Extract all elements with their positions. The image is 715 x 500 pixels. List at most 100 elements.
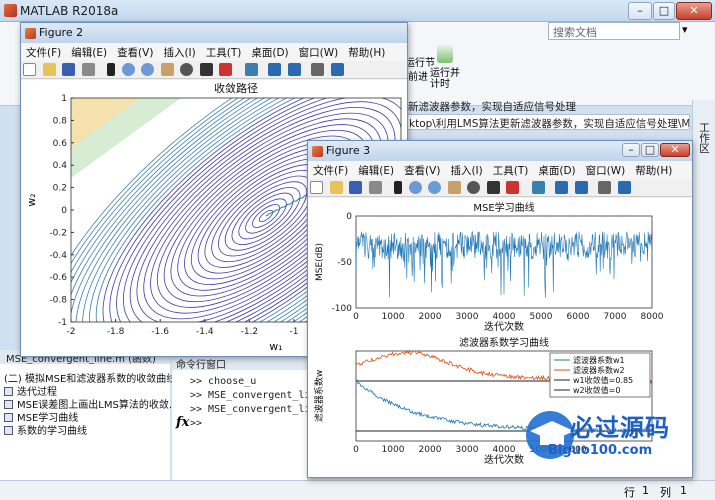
- menu-tools[interactable]: 工具(T): [488, 161, 534, 178]
- save-icon[interactable]: [349, 181, 362, 194]
- minimize-button[interactable]: –: [622, 143, 640, 157]
- link-icon[interactable]: [244, 63, 258, 76]
- new-figure-icon[interactable]: [310, 181, 323, 194]
- col-label: 列: [660, 486, 671, 499]
- zoom-out-icon[interactable]: [428, 181, 441, 194]
- list-item[interactable]: MSE误差图上画出LMS算法的收敛...: [4, 396, 178, 411]
- watermark-text: 必过源码: [570, 414, 670, 442]
- figure-2-title-bar: Figure 2: [21, 23, 407, 43]
- section-list: (二) 模拟MSE和滤波器系数的收敛曲线 迭代过程 MSE误差图上画出LMS算法…: [4, 370, 178, 437]
- mse-y-tick-label: -50: [337, 258, 352, 268]
- menu-edit[interactable]: 编辑(E): [353, 161, 399, 178]
- x-axis-label: w₁: [269, 340, 282, 353]
- mse-x-tick-label: 1000: [382, 312, 405, 322]
- menu-file[interactable]: 文件(F): [308, 161, 353, 178]
- run-section-label[interactable]: 运行节: [405, 54, 435, 69]
- print-icon[interactable]: [81, 63, 95, 76]
- menu-insert[interactable]: 插入(I): [445, 161, 487, 178]
- filter-icon[interactable]: ▾: [682, 23, 696, 39]
- x-tick-label: -1.4: [196, 327, 214, 337]
- legend-icon[interactable]: [287, 63, 301, 76]
- show-tools-icon[interactable]: [617, 181, 631, 194]
- list-item[interactable]: (二) 模拟MSE和滤波器系数的收敛曲线: [4, 370, 176, 385]
- hide-tools-icon[interactable]: [598, 181, 611, 194]
- workspace-tab[interactable]: 工作区: [694, 122, 712, 154]
- pan-icon[interactable]: [447, 181, 461, 194]
- function-browser-icon[interactable]: fx: [176, 415, 189, 430]
- edit-plot-icon[interactable]: [394, 181, 402, 194]
- command-prompt[interactable]: >>: [190, 418, 322, 429]
- menu-view[interactable]: 查看(V): [399, 161, 445, 178]
- zoom-in-icon[interactable]: [121, 63, 135, 76]
- close-button[interactable]: ✕: [660, 143, 690, 157]
- y-axis-label: w₂: [25, 193, 38, 206]
- list-item[interactable]: 系数的学习曲线: [4, 422, 170, 437]
- matlab-logo-icon: [4, 4, 17, 17]
- brush-icon[interactable]: [219, 63, 232, 76]
- link-icon[interactable]: [531, 181, 545, 194]
- y-tick-label: -0.4: [49, 251, 67, 261]
- legend-entry: 滤波器系数w1: [573, 355, 625, 365]
- y-tick-label: 0.6: [53, 139, 68, 149]
- save-icon[interactable]: [62, 63, 75, 76]
- show-tools-icon[interactable]: [330, 63, 344, 76]
- menu-desktop[interactable]: 桌面(D): [533, 161, 580, 178]
- data-cursor-icon[interactable]: [199, 63, 213, 76]
- open-file-icon[interactable]: [329, 181, 343, 194]
- minimize-button[interactable]: –: [628, 2, 652, 20]
- mse-x-tick-label: 8000: [641, 312, 664, 322]
- close-button[interactable]: ✕: [676, 2, 712, 20]
- app-title: MATLAB R2018a: [20, 4, 119, 18]
- figure-3-toolbar: [308, 179, 692, 197]
- figure-2-menu-bar: 文件(F) 编辑(E) 查看(V) 插入(I) 工具(T) 桌面(D) 窗口(W) 帮助(H): [21, 43, 407, 61]
- command-history: >> choose_u >> MSE_convergent_line >> MS…: [190, 376, 322, 429]
- mse-x-tick-label: 2000: [419, 312, 442, 322]
- colorbar-icon[interactable]: [555, 181, 568, 194]
- brush-icon[interactable]: [506, 181, 519, 194]
- run-and-time-label[interactable]: 运行并 计时: [430, 68, 460, 90]
- legend-icon[interactable]: [574, 181, 588, 194]
- menu-file[interactable]: 文件(F): [21, 43, 66, 60]
- menu-insert[interactable]: 插入(I): [158, 43, 200, 60]
- menu-help[interactable]: 帮助(H): [343, 43, 390, 60]
- rotate-icon[interactable]: [467, 181, 480, 194]
- mse-x-tick-label: 0: [353, 312, 359, 322]
- maximize-button[interactable]: □: [641, 143, 659, 157]
- menu-view[interactable]: 查看(V): [112, 43, 158, 60]
- x-tick-label: -2: [67, 327, 76, 337]
- section-icon: [4, 387, 13, 396]
- mse-title: MSE学习曲线: [473, 201, 534, 214]
- edit-plot-icon[interactable]: [107, 63, 115, 76]
- print-icon[interactable]: [368, 181, 382, 194]
- hide-tools-icon[interactable]: [311, 63, 324, 76]
- legend-entry: w1收敛值=0.85: [573, 375, 633, 385]
- advance-label[interactable]: 前进: [408, 68, 428, 83]
- command-line: >> MSE_convergent_line: [190, 404, 323, 415]
- data-cursor-icon[interactable]: [486, 181, 500, 194]
- colorbar-icon[interactable]: [268, 63, 281, 76]
- section-icon: [4, 400, 13, 409]
- mse-x-tick-label: 6000: [567, 312, 590, 322]
- y-tick-label: 0.8: [53, 116, 68, 126]
- rotate-icon[interactable]: [180, 63, 193, 76]
- pan-icon[interactable]: [160, 63, 174, 76]
- current-folder-path[interactable]: ktop\利用LMS算法更新滤波器参数，实现自适应信号处理\MSE_co...: [405, 114, 690, 130]
- coef-x-tick-label: 0: [353, 445, 359, 455]
- new-figure-icon[interactable]: [23, 63, 36, 76]
- menu-tools[interactable]: 工具(T): [201, 43, 247, 60]
- menu-desktop[interactable]: 桌面(D): [246, 43, 293, 60]
- zoom-out-icon[interactable]: [141, 63, 154, 76]
- coef-x-tick-label: 1000: [382, 445, 405, 455]
- x-tick-label: -1.6: [151, 327, 169, 337]
- menu-window[interactable]: 窗口(W): [581, 161, 631, 178]
- maximize-button[interactable]: □: [653, 2, 675, 20]
- y-tick-label: -0.6: [49, 273, 67, 283]
- menu-help[interactable]: 帮助(H): [630, 161, 677, 178]
- open-file-icon[interactable]: [42, 63, 56, 76]
- zoom-in-icon[interactable]: [408, 181, 422, 194]
- search-input[interactable]: 搜索文档: [548, 22, 680, 40]
- menu-edit[interactable]: 编辑(E): [66, 43, 112, 60]
- figure-icon: [25, 28, 36, 39]
- menu-window[interactable]: 窗口(W): [294, 43, 344, 60]
- run-timer-icon[interactable]: [437, 45, 453, 63]
